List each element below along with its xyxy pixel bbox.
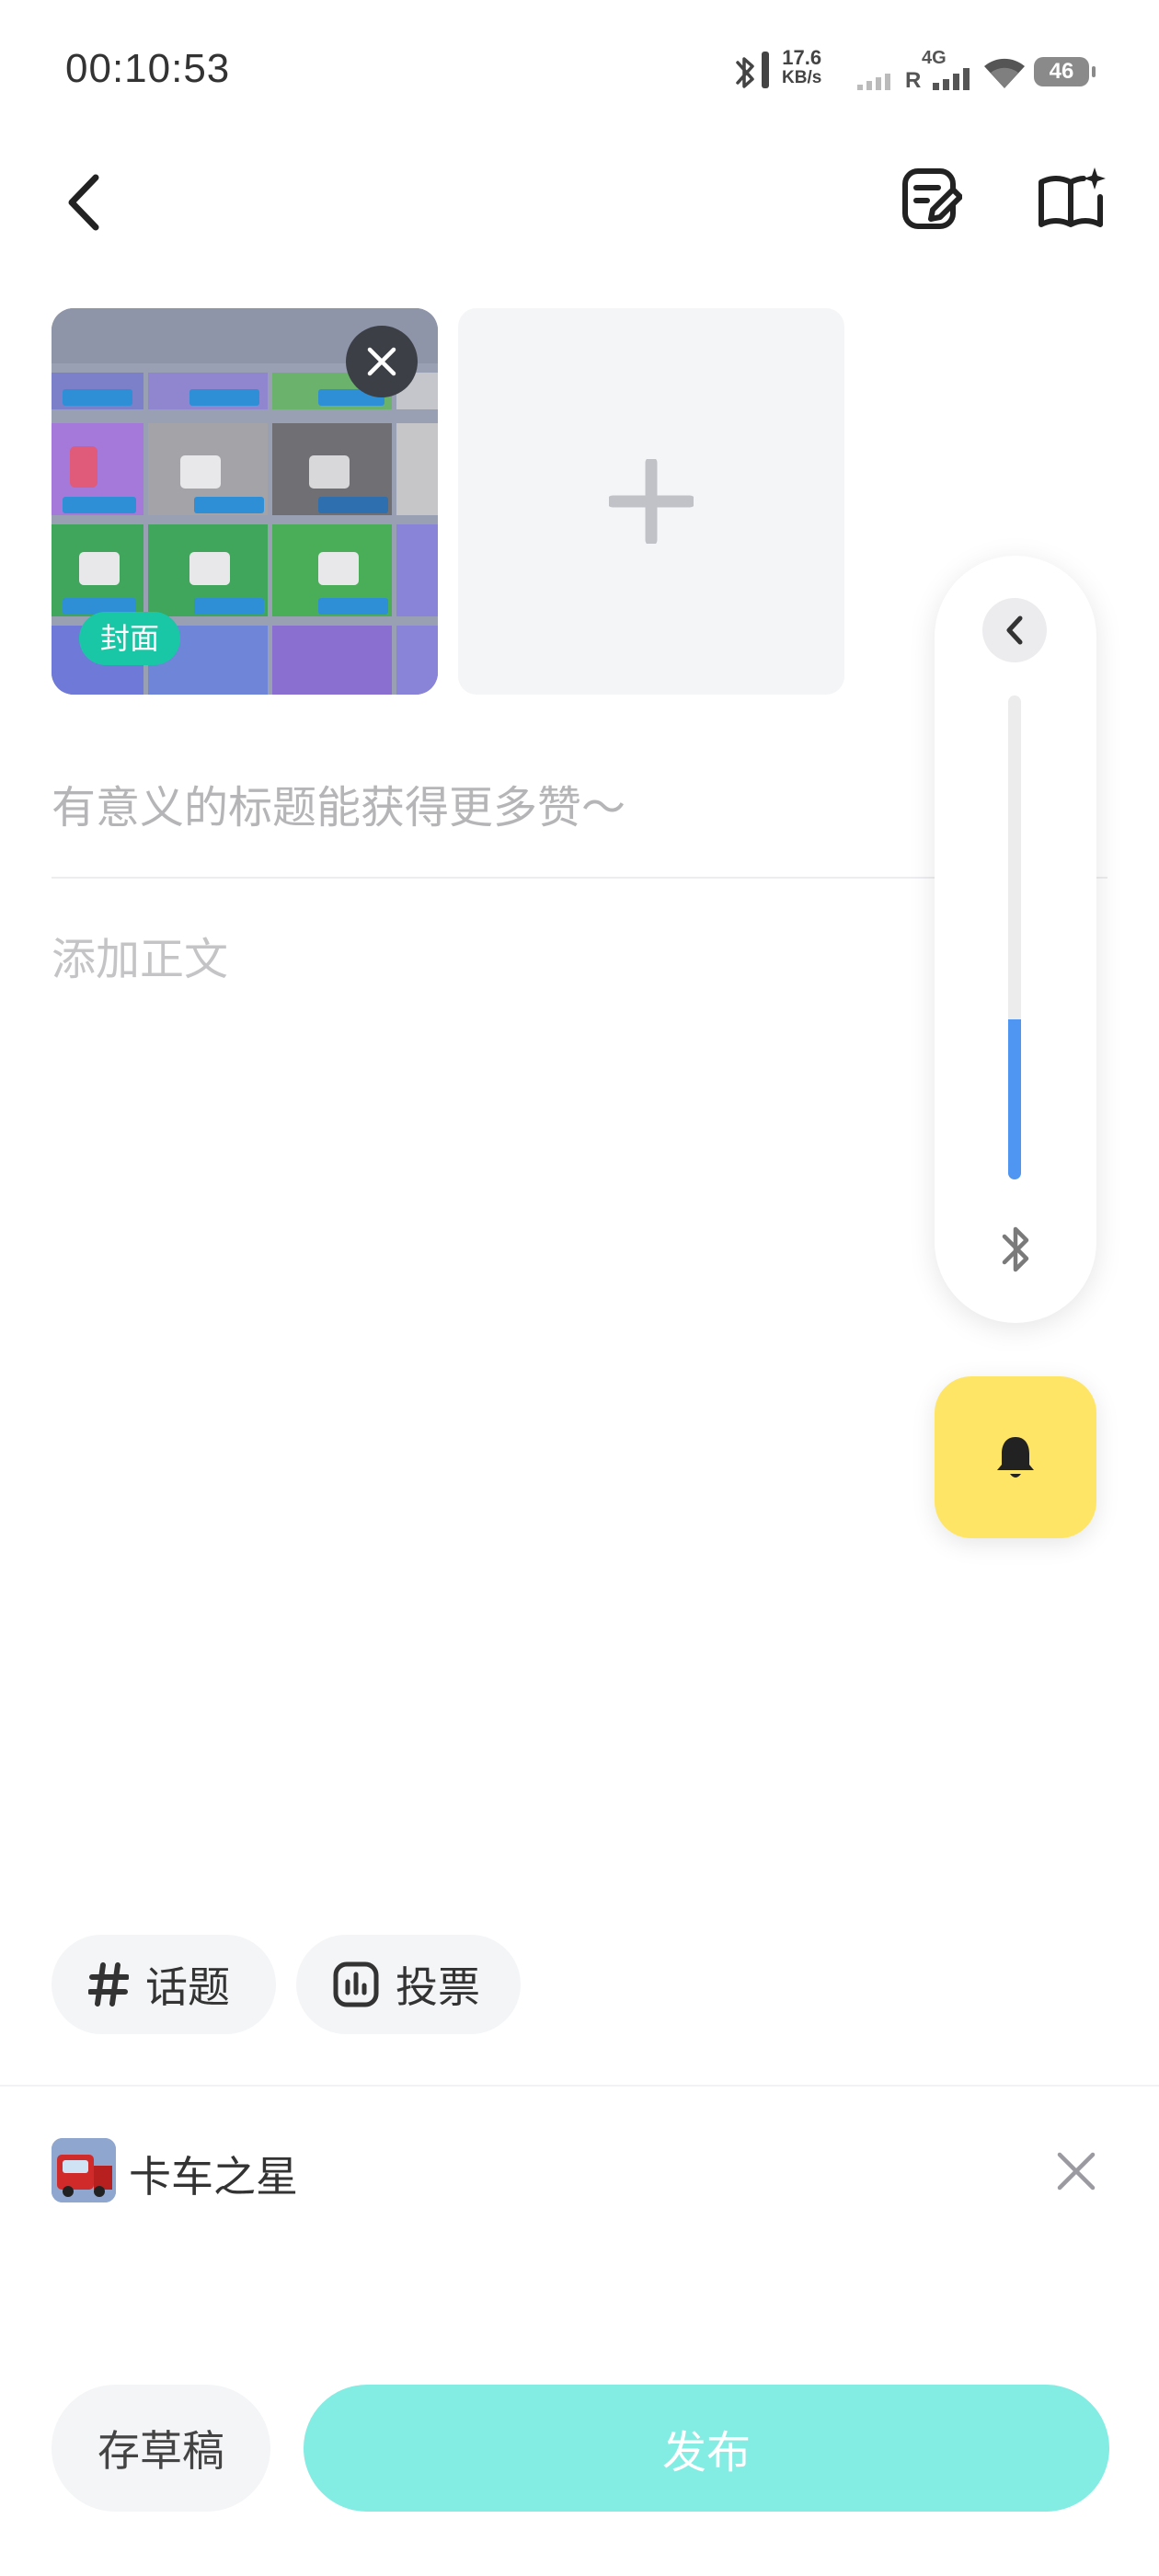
signal-2-icon [933,68,971,90]
status-time: 00:10:53 [65,46,231,91]
net-speed-unit: KB/s [782,68,822,87]
remove-image-button[interactable] [346,326,418,397]
vote-chip-label: 投票 [396,1962,480,2012]
save-draft-button[interactable]: 存草稿 [52,2385,270,2512]
game-icon [52,2138,116,2202]
net-speed-value: 17.6 [782,46,822,69]
close-icon [1057,2152,1096,2191]
topic-chip[interactable]: 话题 [52,1935,276,2034]
bluetooth-output-icon [990,1219,1041,1280]
network-type-label: 4G [922,48,947,68]
bluetooth-status-icon [732,52,758,94]
game-name[interactable]: 卡车之星 [129,2144,298,2204]
section-divider [0,2085,1159,2087]
publish-button[interactable]: 发布 [304,2385,1109,2512]
remove-game-button[interactable] [1049,2144,1104,2199]
chevron-left-icon [1006,615,1023,645]
roaming-label: R [905,68,922,93]
guide-button[interactable] [1034,162,1107,236]
volume-slider[interactable] [1008,696,1021,1179]
drafts-button[interactable] [894,162,968,236]
bluetooth-battery-indicator [762,52,769,88]
vote-icon [333,1961,379,2007]
wifi-icon [982,53,1027,90]
book-sparkle-icon [1039,167,1106,227]
cover-badge: 封面 [79,612,180,665]
bell-icon [997,1437,1034,1478]
close-icon [367,347,396,376]
battery-indicator: 46 [1034,57,1096,86]
back-arrow-icon [68,174,99,231]
topic-chip-label: 话题 [145,1962,230,2012]
signal-1-icon [857,70,900,90]
back-button[interactable] [52,166,116,239]
title-input[interactable]: 有意义的标题能获得更多赞～ [52,771,625,835]
edit-note-icon [902,168,962,229]
plus-icon [609,459,694,544]
notification-mode-button[interactable] [935,1376,1096,1538]
net-speed: 17.6 KB/s [782,48,821,88]
collapse-panel-button[interactable] [982,598,1047,662]
add-image-button[interactable] [458,308,844,695]
volume-slider-fill [1008,1019,1021,1179]
hashtag-icon [88,1961,129,2007]
body-input[interactable]: 添加正文 [52,923,228,987]
vote-chip[interactable]: 投票 [296,1935,521,2034]
